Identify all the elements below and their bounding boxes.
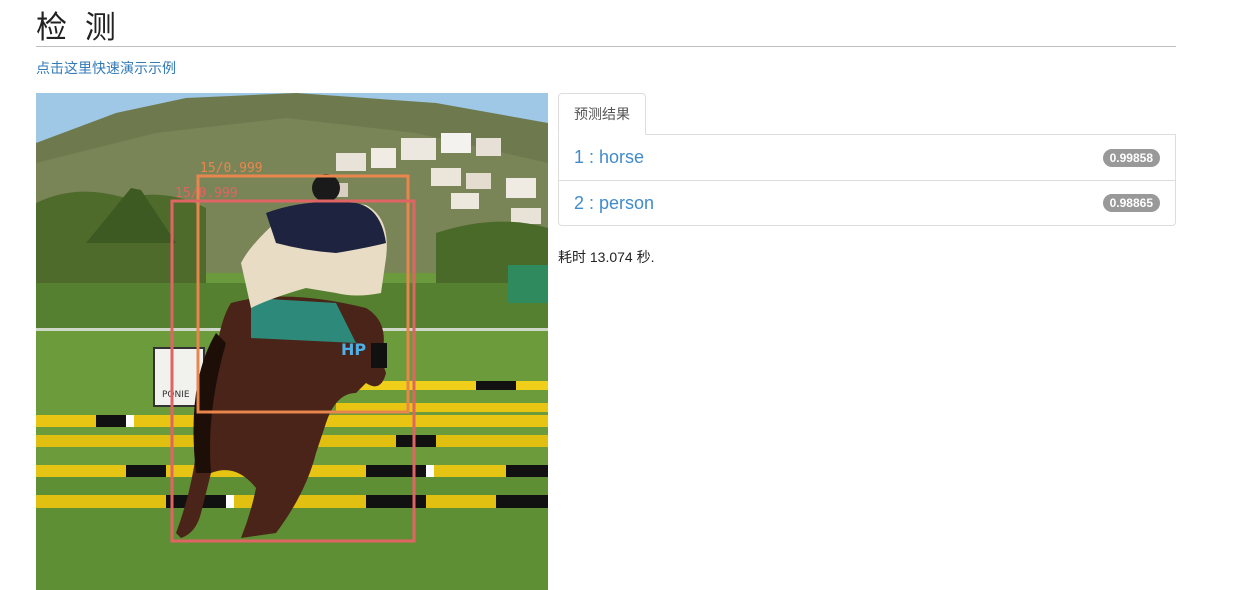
demo-example-link[interactable]: 点击这里快速演示示例	[36, 58, 176, 78]
detection-result-image: PONIE HP 15/0.999 15/0.999	[36, 93, 548, 590]
title-divider	[36, 46, 1176, 47]
equestrian-photo: PONIE HP 15/0.999 15/0.999	[36, 93, 548, 590]
horse-box-label: 15/0.999	[200, 161, 263, 176]
results-tab-bar: 预测结果	[558, 93, 1176, 135]
green-sign	[508, 265, 548, 303]
result-label: 2 : person	[574, 192, 655, 213]
person-box-label: 15/0.999	[175, 186, 238, 201]
tab-prediction-results[interactable]: 预测结果	[558, 93, 646, 135]
list-item[interactable]: 1 : horse 0.99858	[559, 135, 1175, 180]
prediction-list: 1 : horse 0.99858 2 : person 0.98865	[558, 135, 1176, 226]
sponsor-board-text: PONIE	[162, 390, 190, 400]
page-title: 检 测	[36, 10, 120, 46]
score-badge: 0.99858	[1102, 148, 1160, 167]
result-label: 1 : horse	[574, 147, 645, 167]
saddle-pad-text: HP	[341, 340, 366, 359]
elapsed-time-text: 耗时 13.074 秒.	[558, 249, 655, 265]
score-badge: 0.98865	[1102, 194, 1160, 212]
list-item[interactable]: 2 : person 0.98865	[559, 180, 1175, 225]
